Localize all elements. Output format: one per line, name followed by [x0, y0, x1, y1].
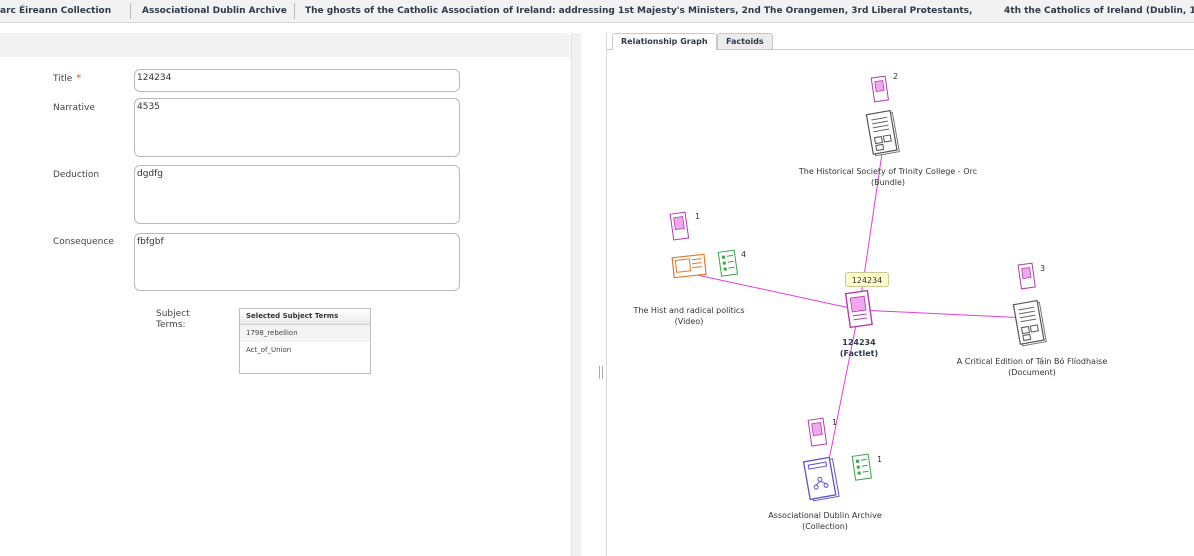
pink-document-icon[interactable]: [870, 75, 890, 105]
pink-document-icon[interactable]: [806, 416, 830, 450]
collection-title: Associational Dublin Archive: [768, 511, 882, 520]
pink-document-icon[interactable]: [1016, 262, 1038, 294]
edge-factlet-document: [858, 309, 1029, 319]
bundle-node-label[interactable]: The Historical Society of Trinity Colleg…: [799, 166, 977, 188]
collection-icon[interactable]: [800, 455, 844, 505]
collection-node-label[interactable]: Associational Dublin Archive (Collection…: [768, 510, 882, 532]
document-type: (Document): [1008, 368, 1056, 377]
video-icon[interactable]: [670, 250, 708, 280]
bundle-count: 2: [893, 72, 899, 81]
bundle-type: (Bundle): [870, 178, 906, 187]
video-title: The Hist and radical politics: [633, 306, 745, 315]
factlet-type: (Factlet): [839, 349, 879, 358]
video-node-label[interactable]: The Hist and radical politics (Video): [633, 305, 744, 327]
factlet-icon[interactable]: [842, 288, 876, 332]
factlet-title: 124234: [842, 338, 876, 347]
document-node-label[interactable]: A Critical Edition of Táin Bó Flíodhaise…: [957, 356, 1108, 378]
document-icon[interactable]: [1010, 298, 1052, 350]
node-tooltip: 124234: [845, 272, 889, 287]
factlet-node-label[interactable]: 124234 (Factlet): [840, 337, 878, 359]
document-title: A Critical Edition of Táin Bó Flíodhaise: [956, 357, 1108, 366]
collection-doc-count: 1: [832, 418, 838, 427]
bundle-document-icon[interactable]: [864, 108, 904, 160]
collection-list-count: 1: [877, 455, 883, 464]
green-list-icon[interactable]: [716, 248, 742, 280]
bundle-title: The Historical Society of Trinity Colleg…: [798, 167, 978, 176]
video-doc-count: 1: [695, 212, 701, 221]
green-list-icon[interactable]: [850, 452, 876, 484]
video-type: (Video): [674, 317, 704, 326]
pink-document-icon[interactable]: [668, 211, 692, 243]
document-count: 3: [1040, 264, 1046, 273]
video-list-count: 4: [741, 250, 747, 259]
collection-type: (Collection): [802, 522, 848, 531]
graph-edges: [696, 139, 1029, 481]
